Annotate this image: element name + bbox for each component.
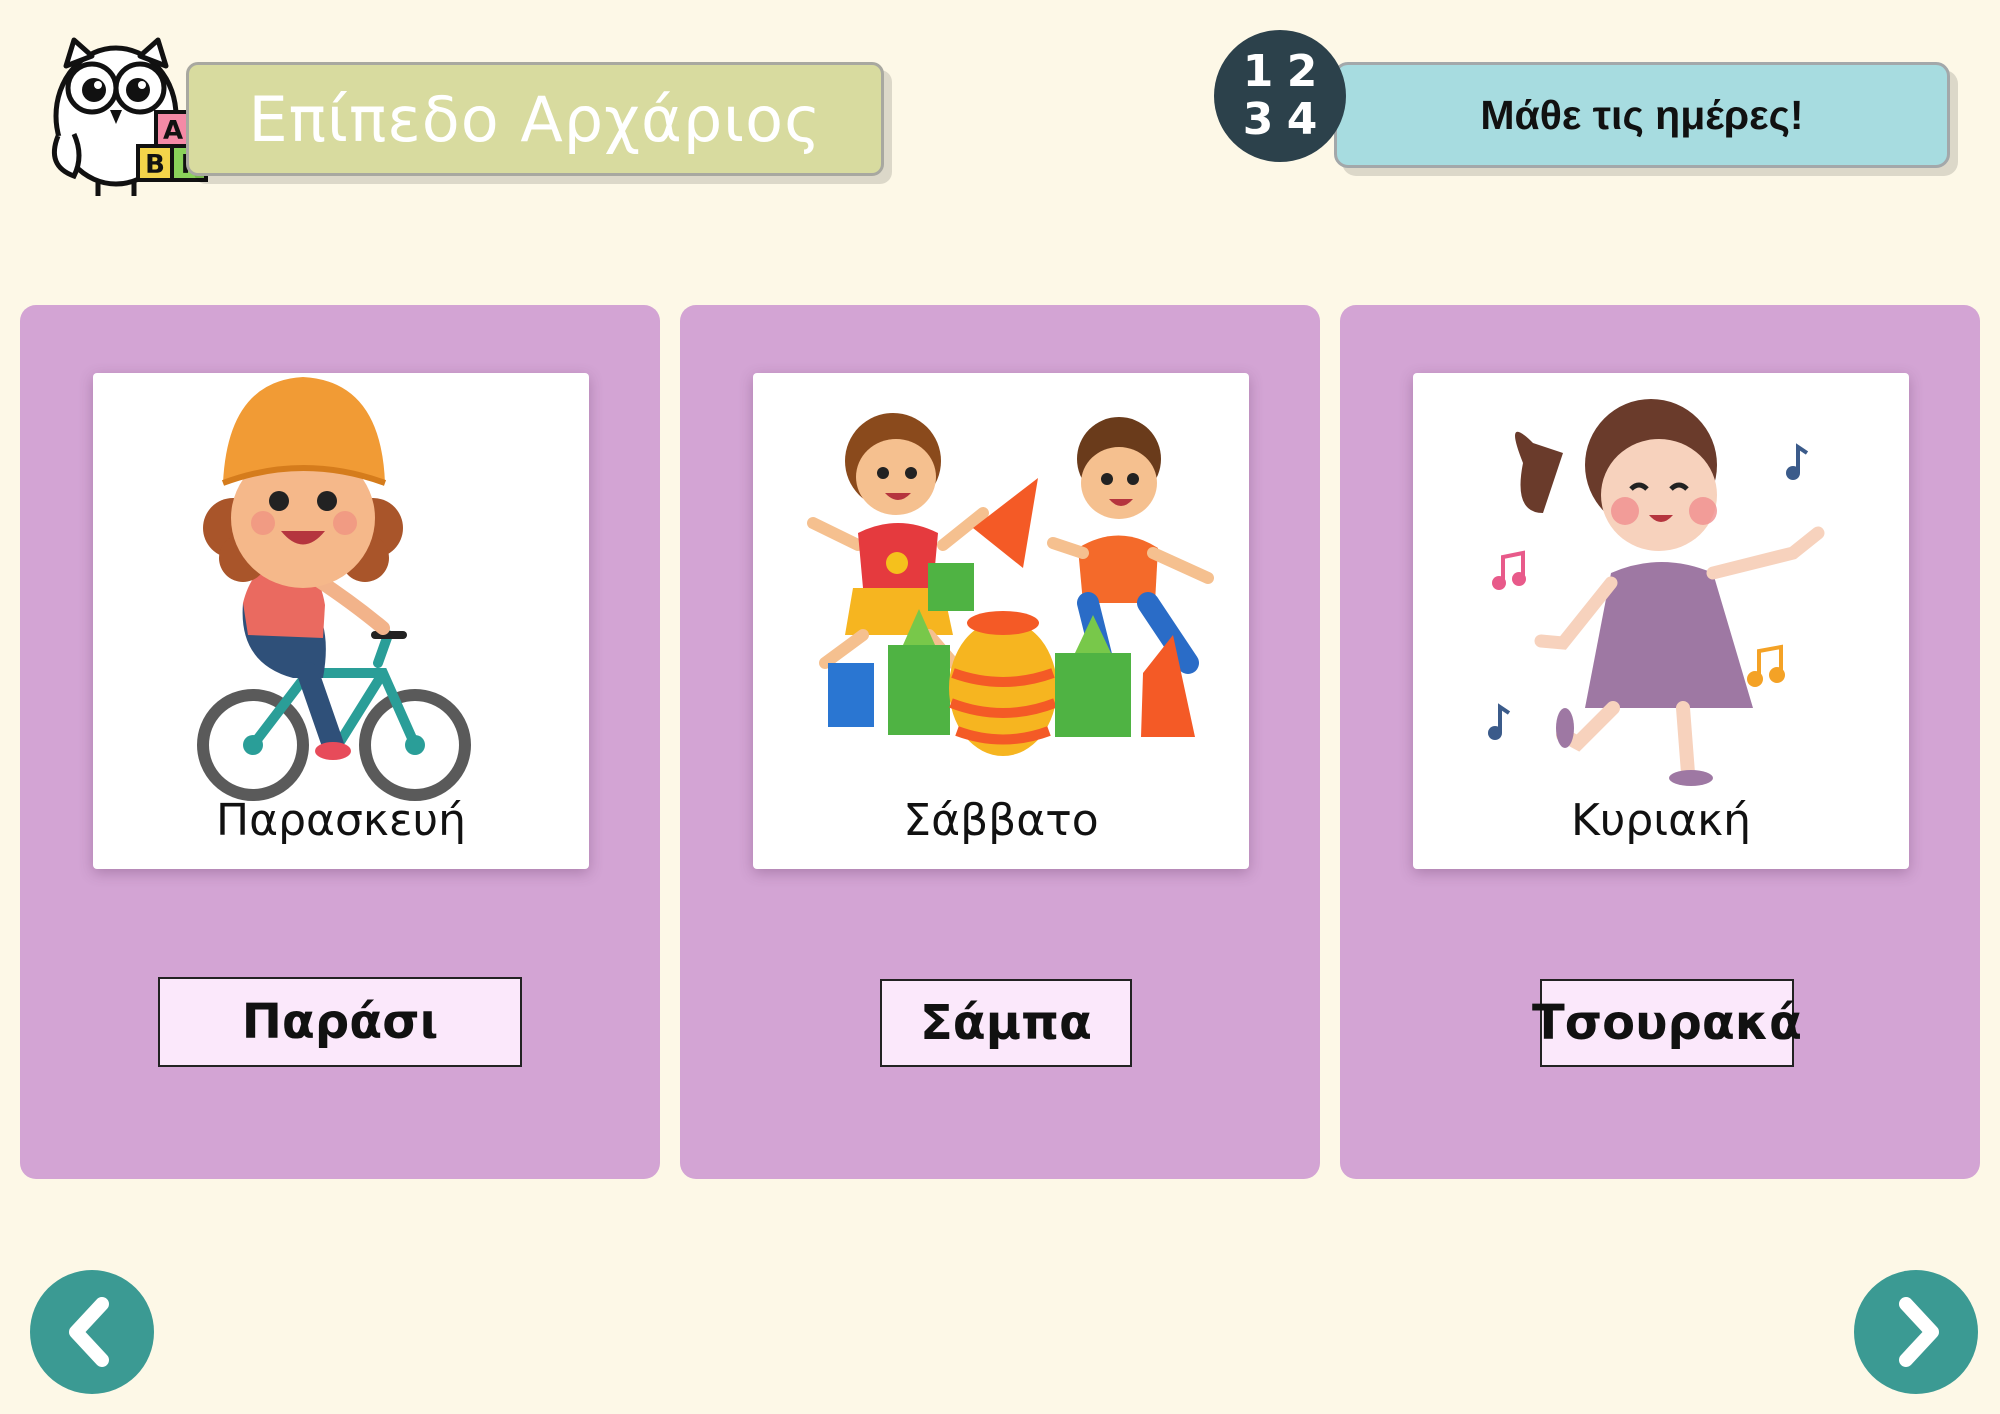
logo-block-b: Β: [145, 150, 165, 180]
answer-option-button[interactable]: Παράσι: [158, 977, 522, 1067]
chevron-right-icon: [1899, 1297, 1939, 1367]
picture-frame: Σάββατο: [753, 373, 1249, 869]
day-label: Παρασκευή: [216, 795, 466, 846]
logo-block-a: Α: [163, 116, 183, 146]
number-3: 3: [1242, 94, 1274, 145]
previous-button[interactable]: [30, 1270, 154, 1394]
number-4: 4: [1286, 94, 1318, 145]
day-label: Σάββατο: [903, 795, 1099, 846]
number-2: 2: [1286, 46, 1318, 97]
lesson-title-banner: Μάθε τις ημέρες!: [1334, 62, 1950, 168]
level-banner: Επίπεδο Αρχάριος: [186, 62, 884, 176]
next-button[interactable]: [1854, 1270, 1978, 1394]
numbers-icon: 1 2 3 4: [1214, 30, 1346, 162]
picture-frame: Κυριακή: [1413, 373, 1909, 869]
level-title: Επίπεδο Αρχάριος: [248, 82, 822, 156]
lesson-title: Μάθε τις ημέρες!: [1480, 91, 1804, 138]
picture-frame: Παρασκευή: [93, 373, 589, 869]
day-label: Κυριακή: [1571, 795, 1751, 846]
answer-option-button[interactable]: Σάμπα: [880, 979, 1132, 1067]
answer-option-button[interactable]: Τσουρακά: [1532, 979, 1802, 1067]
number-1: 1: [1242, 46, 1274, 97]
chevron-left-icon: [69, 1297, 109, 1367]
day-card-sunday: Κυριακή Τσουρακά: [1340, 305, 1980, 1179]
day-card-friday: Παρασκευή Παράσι: [20, 305, 660, 1179]
day-card-saturday: Σάββατο Σάμπα: [680, 305, 1320, 1179]
